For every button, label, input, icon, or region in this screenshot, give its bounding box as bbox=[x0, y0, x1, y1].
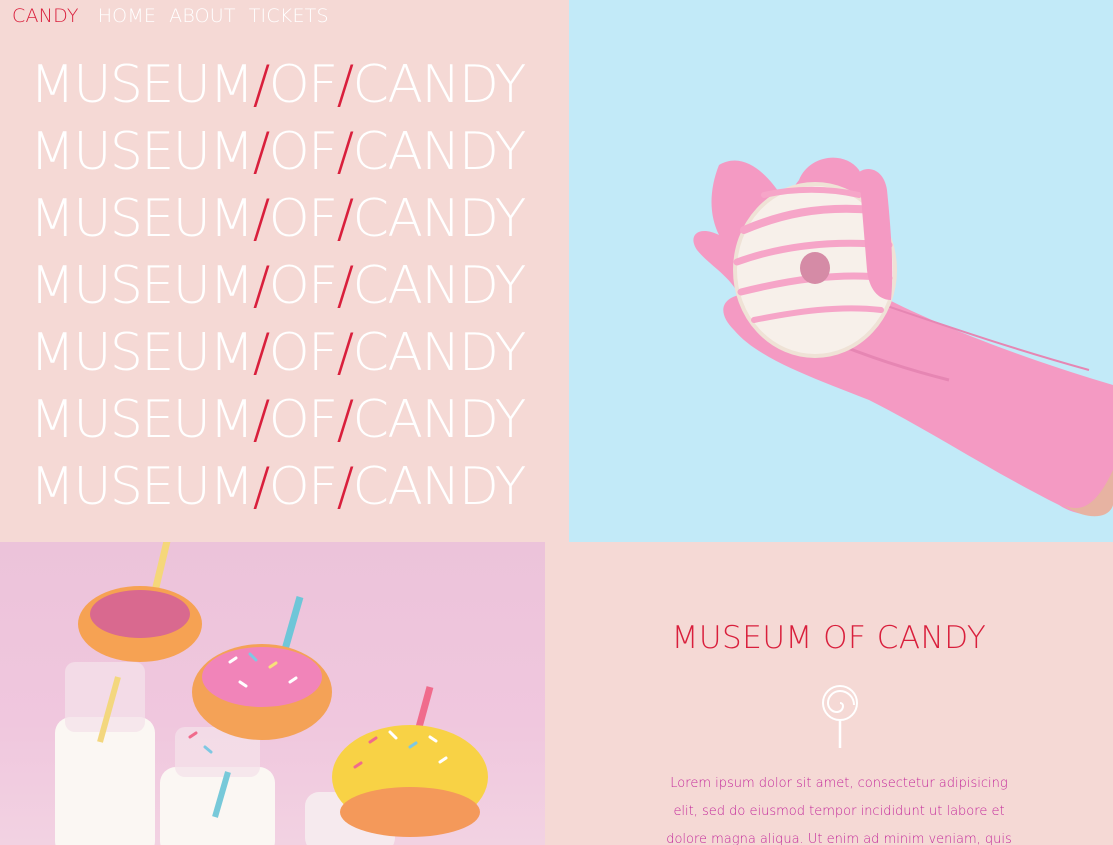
title-slash: / bbox=[336, 55, 355, 115]
title-slash: / bbox=[336, 189, 355, 249]
title-word-of: OF bbox=[268, 256, 338, 316]
title-word-museum: MUSEUM bbox=[30, 189, 254, 249]
title-word-of: OF bbox=[268, 189, 338, 249]
title-slash: / bbox=[252, 256, 271, 316]
about-panel: MUSEUM OF CANDY Lorem ipsum dolor sit am… bbox=[545, 542, 1113, 845]
title-word-of: OF bbox=[268, 390, 338, 450]
title-word-candy: CANDY bbox=[352, 457, 527, 517]
brand-link[interactable]: CANDY bbox=[12, 5, 79, 27]
hero-image-panel bbox=[569, 0, 1113, 542]
title-slash: / bbox=[252, 55, 271, 115]
repeated-title-line: MUSEUM/OF/CANDY bbox=[30, 52, 527, 119]
section-title: MUSEUM OF CANDY bbox=[671, 620, 987, 656]
title-slash: / bbox=[336, 390, 355, 450]
title-word-of: OF bbox=[268, 122, 338, 182]
repeated-title-line: MUSEUM/OF/CANDY bbox=[30, 320, 527, 387]
title-word-museum: MUSEUM bbox=[30, 55, 254, 115]
title-word-candy: CANDY bbox=[352, 390, 527, 450]
nav-link-tickets[interactable]: TICKETS bbox=[249, 5, 329, 27]
repeated-title-line: MUSEUM/OF/CANDY bbox=[30, 253, 527, 320]
repeated-title-line: MUSEUM/OF/CANDY bbox=[30, 186, 527, 253]
lollipop-icon bbox=[822, 685, 858, 748]
title-word-of: OF bbox=[268, 457, 338, 517]
hero-title-panel: MUSEUM/OF/CANDY MUSEUM/OF/CANDY MUSEUM/O… bbox=[0, 0, 569, 542]
title-slash: / bbox=[252, 323, 271, 383]
donut-milk-photo-panel bbox=[0, 542, 545, 845]
title-word-museum: MUSEUM bbox=[30, 122, 254, 182]
title-word-museum: MUSEUM bbox=[30, 256, 254, 316]
title-slash: / bbox=[336, 122, 355, 182]
title-word-candy: CANDY bbox=[352, 122, 527, 182]
repeated-title-line: MUSEUM/OF/CANDY bbox=[30, 454, 527, 521]
title-word-of: OF bbox=[268, 323, 338, 383]
description-text: Lorem ipsum dolor sit amet, consectetur … bbox=[666, 776, 1012, 845]
nav-link-about[interactable]: ABOUT bbox=[169, 5, 236, 27]
title-word-museum: MUSEUM bbox=[30, 457, 254, 517]
top-nav: CANDY HOME ABOUT TICKETS bbox=[0, 0, 342, 32]
title-slash: / bbox=[336, 323, 355, 383]
title-slash: / bbox=[252, 457, 271, 517]
title-word-candy: CANDY bbox=[352, 189, 527, 249]
title-word-of: OF bbox=[268, 55, 338, 115]
nav-link-home[interactable]: HOME bbox=[98, 5, 156, 27]
title-slash: / bbox=[252, 189, 271, 249]
repeated-title-line: MUSEUM/OF/CANDY bbox=[30, 387, 527, 454]
gloved-hand-donut-image bbox=[693, 157, 1113, 517]
title-word-candy: CANDY bbox=[352, 256, 527, 316]
title-word-museum: MUSEUM bbox=[30, 390, 254, 450]
milk-bottle bbox=[55, 717, 155, 845]
title-slash: / bbox=[336, 457, 355, 517]
donuts-milk-bottles-image bbox=[55, 542, 488, 845]
repeated-title-list: MUSEUM/OF/CANDY MUSEUM/OF/CANDY MUSEUM/O… bbox=[30, 52, 527, 521]
title-slash: / bbox=[252, 122, 271, 182]
title-slash: / bbox=[336, 256, 355, 316]
repeated-title-line: MUSEUM/OF/CANDY bbox=[30, 119, 527, 186]
title-word-museum: MUSEUM bbox=[30, 323, 254, 383]
title-slash: / bbox=[252, 390, 271, 450]
title-word-candy: CANDY bbox=[352, 323, 527, 383]
title-word-candy: CANDY bbox=[352, 55, 527, 115]
